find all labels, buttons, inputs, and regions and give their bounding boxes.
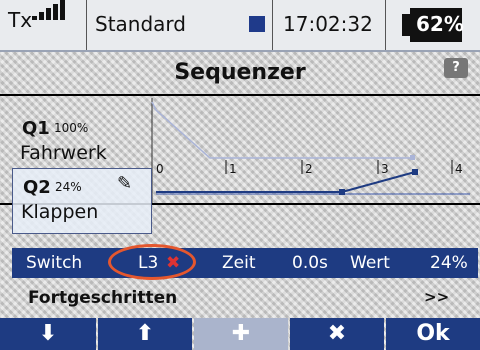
time-label: Zeit [222, 253, 256, 273]
status-bar: Tx Standard 17:02:32 62% [0, 0, 480, 52]
q1-percent: 100% [54, 121, 89, 135]
time-cell: 17:02:32 [273, 0, 386, 50]
ok-label: Ok [416, 321, 450, 346]
q2-point [412, 169, 418, 175]
value-label: Wert [350, 253, 390, 273]
highlight-oval [108, 244, 196, 280]
add-button[interactable]: ✚ [194, 318, 288, 350]
time-value[interactable]: 0.0s [292, 253, 328, 273]
plus-icon: ✚ [231, 321, 251, 346]
q1-point [410, 155, 415, 160]
battery-indicator: 62% [386, 0, 480, 50]
arrow-down-icon: ⬇ [38, 321, 58, 346]
switch-label: Switch [26, 253, 83, 273]
model-cell[interactable]: Standard [87, 0, 273, 50]
q2-code: Q2 [23, 177, 51, 198]
model-color-icon [249, 16, 265, 32]
q2-curve [156, 171, 416, 193]
tick-label: 1 [229, 162, 237, 176]
advanced-link[interactable]: Fortgeschritten [28, 288, 177, 308]
q1-code[interactable]: Q1 [22, 118, 50, 139]
move-down-button[interactable]: ⬇ [0, 318, 96, 350]
help-button[interactable]: ? [444, 58, 468, 78]
q1-name[interactable]: Fahrwerk [20, 142, 107, 164]
tick-label: 3 [381, 162, 389, 176]
q2-point [339, 189, 345, 195]
battery-percent: 62% [416, 12, 464, 36]
move-up-button[interactable]: ⬆ [98, 318, 192, 350]
battery-icon [402, 14, 410, 36]
delete-button[interactable]: ✖ [290, 318, 384, 350]
tick-label: 0 [156, 162, 164, 176]
delete-icon: ✖ [327, 321, 347, 346]
clock: 17:02:32 [283, 12, 373, 36]
page-title: Sequenzer [174, 60, 306, 85]
value-value[interactable]: 24% [430, 253, 468, 273]
tick-label: 4 [455, 162, 463, 176]
bottom-toolbar: ⬇ ⬆ ✚ ✖ Ok [0, 318, 480, 350]
edit-icon[interactable]: ✎ [117, 173, 132, 194]
q1-curve [151, 101, 412, 159]
q2-selected-channel[interactable]: Q2 24% ✎ Klappen [12, 168, 152, 234]
tick-label: 2 [305, 162, 313, 176]
q2-name: Klappen [21, 201, 99, 223]
advanced-arrow-icon[interactable]: >> [424, 288, 449, 306]
model-name: Standard [95, 12, 186, 36]
ok-button[interactable]: Ok [386, 318, 480, 350]
tx-signal: Tx [0, 0, 87, 50]
q2-percent: 24% [55, 180, 82, 194]
arrow-up-icon: ⬆ [135, 321, 155, 346]
tx-label: Tx [8, 8, 33, 32]
parameter-row: Switch L3 ✖ Zeit 0.0s Wert 24% [12, 248, 478, 278]
